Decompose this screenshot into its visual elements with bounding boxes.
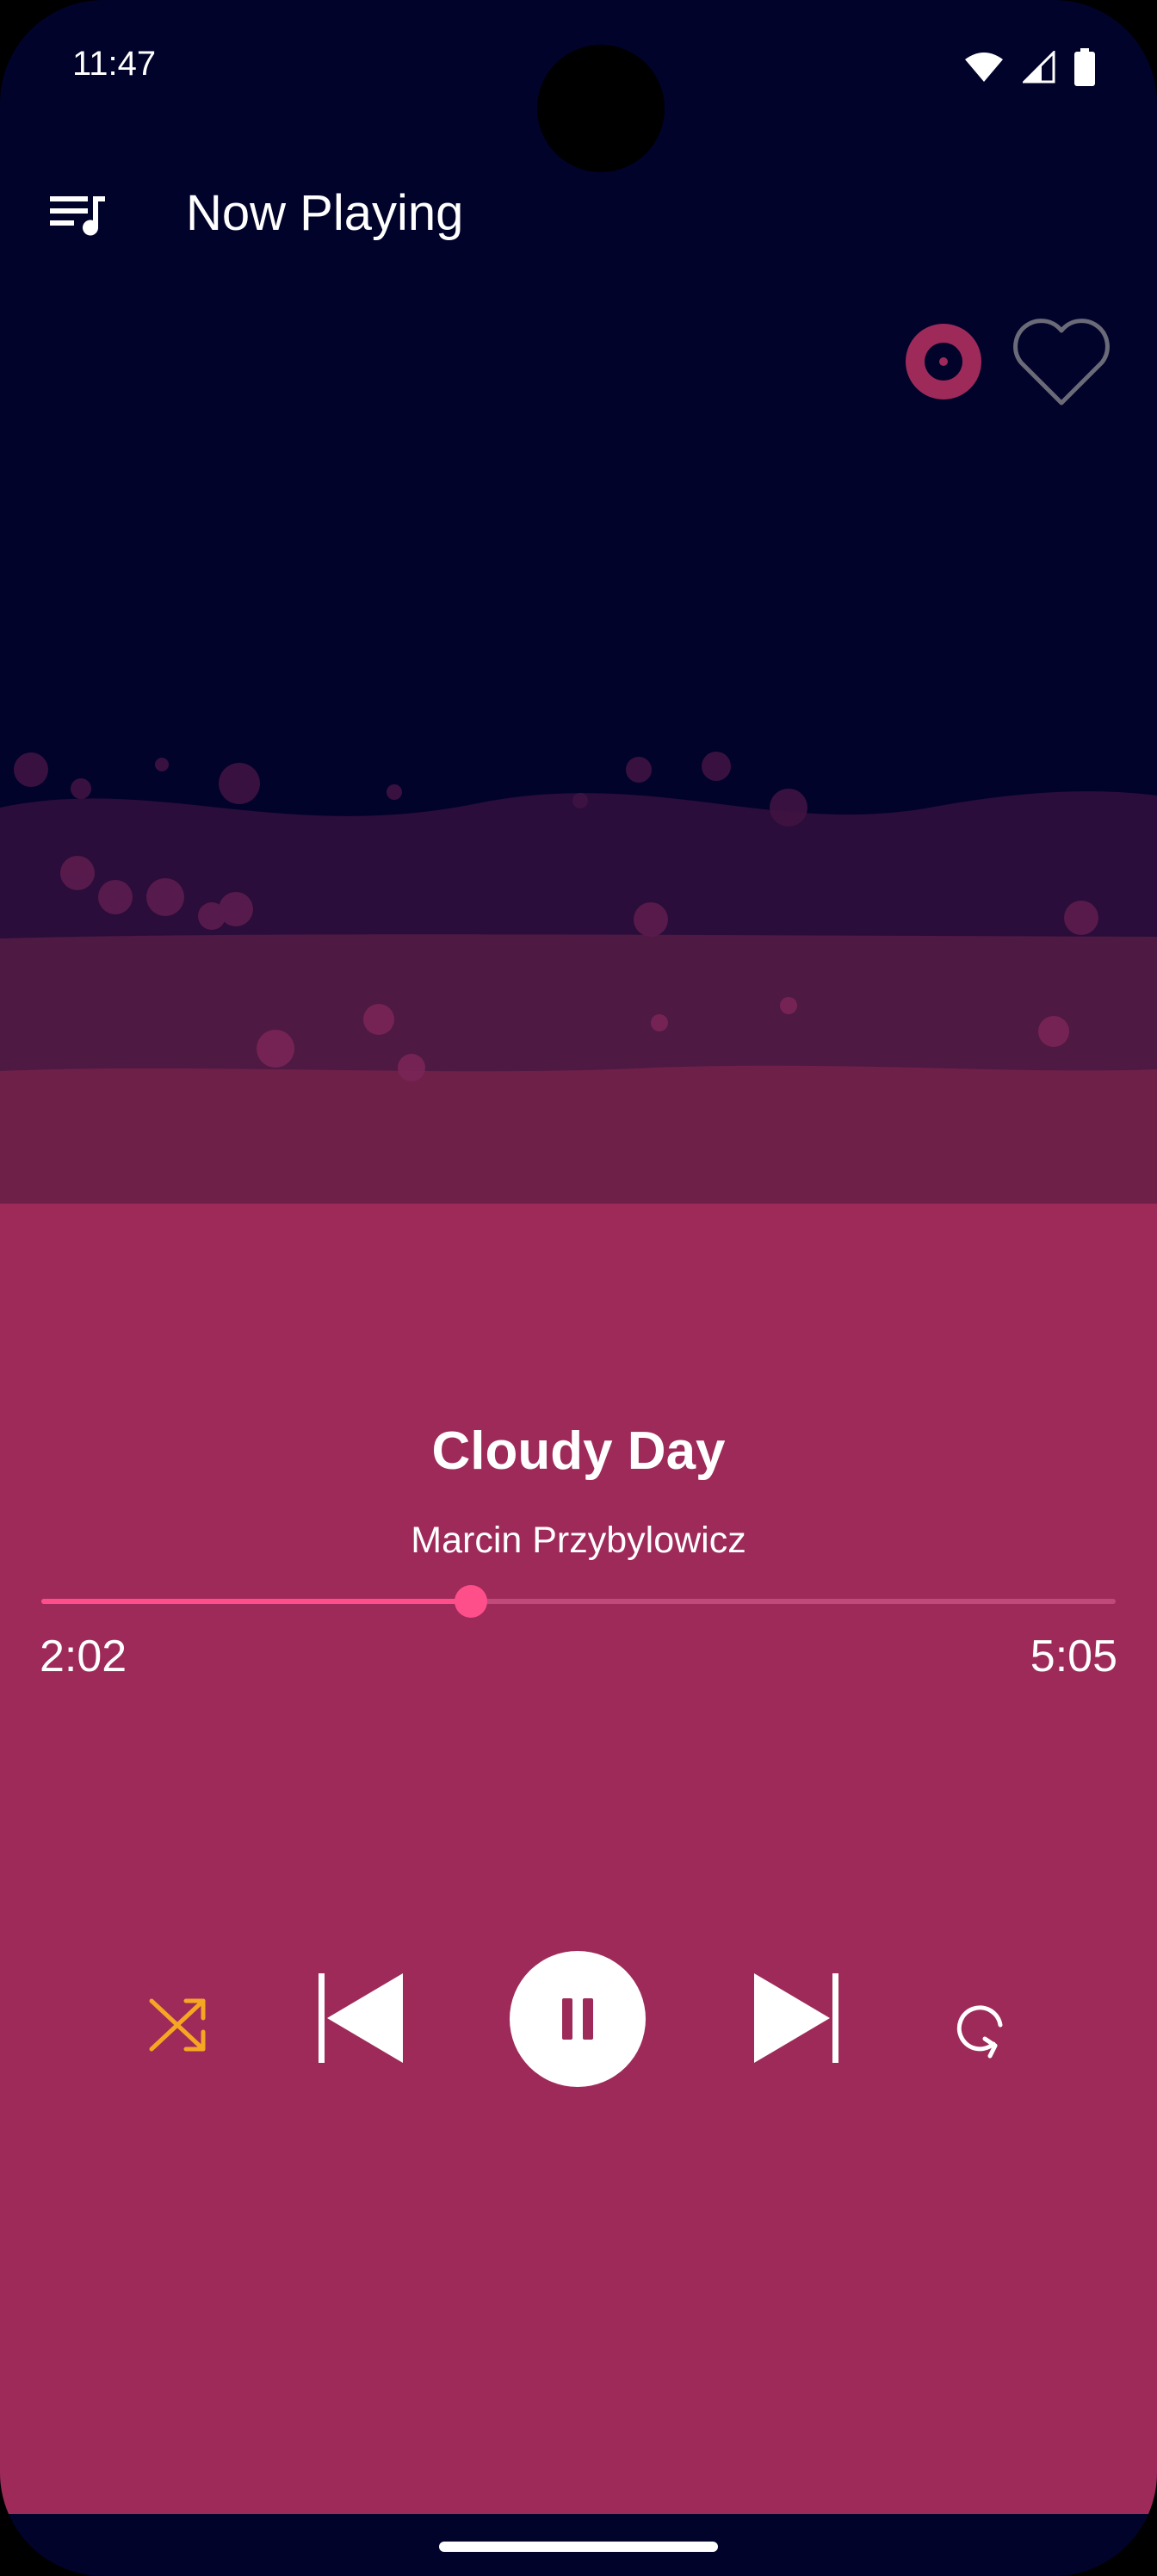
seek-bar[interactable] bbox=[41, 1585, 1116, 1618]
shuffle-icon bbox=[149, 1998, 206, 2052]
signal-icon bbox=[1023, 51, 1055, 84]
vinyl-record-icon bbox=[906, 324, 981, 399]
vinyl-button[interactable] bbox=[904, 322, 983, 401]
current-time: 2:02 bbox=[40, 1632, 127, 1681]
status-time: 11:47 bbox=[72, 45, 157, 83]
next-button[interactable] bbox=[744, 1966, 847, 2070]
pause-button[interactable] bbox=[510, 1951, 646, 2087]
previous-button[interactable] bbox=[310, 1966, 413, 2070]
wave-visualizer bbox=[0, 752, 1157, 1223]
wifi-icon bbox=[965, 53, 1003, 82]
home-gesture-handle[interactable] bbox=[439, 2542, 718, 2552]
page-title: Now Playing bbox=[186, 185, 464, 241]
shuffle-button[interactable] bbox=[141, 1989, 213, 2061]
status-icons bbox=[964, 48, 1095, 86]
repeat-button[interactable] bbox=[944, 1989, 1016, 2061]
queue-music-icon bbox=[50, 196, 105, 236]
skip-next-icon bbox=[754, 1973, 838, 2063]
now-playing-screen: 11:47 Now Playing Cloudy Day Marcin Przy… bbox=[0, 0, 1157, 2576]
favorite-button[interactable] bbox=[1007, 313, 1116, 410]
skip-previous-icon bbox=[319, 1973, 403, 2063]
pause-icon bbox=[562, 1998, 593, 2040]
seek-progress bbox=[41, 1599, 472, 1604]
repeat-icon bbox=[956, 2005, 1003, 2059]
song-title: Cloudy Day bbox=[431, 1421, 726, 1481]
heart-outline-icon bbox=[1013, 319, 1110, 406]
artist-name: Marcin Przybylowicz bbox=[411, 1520, 746, 1561]
player-panel bbox=[0, 1204, 1157, 2514]
camera-cutout bbox=[537, 45, 665, 172]
seek-thumb[interactable] bbox=[455, 1585, 488, 1618]
queue-button[interactable] bbox=[43, 183, 115, 255]
battery-icon bbox=[1074, 48, 1095, 86]
total-time: 5:05 bbox=[1030, 1632, 1117, 1681]
